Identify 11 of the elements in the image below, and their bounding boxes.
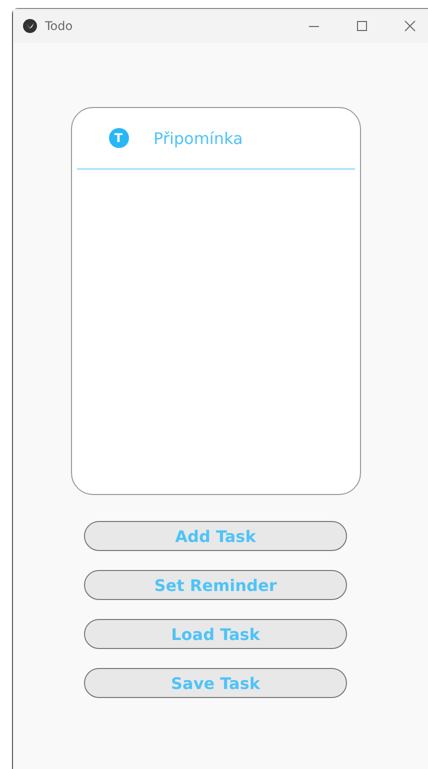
close-icon[interactable] — [404, 20, 416, 32]
window-title: Todo — [45, 19, 73, 33]
action-button[interactable]: Load Task — [84, 619, 347, 649]
avatar-initial: T — [108, 128, 128, 148]
task-text: Připomínka — [154, 128, 243, 148]
action-button[interactable]: Add Task — [84, 521, 347, 551]
action-button[interactable]: Set Reminder — [84, 570, 347, 600]
task-item[interactable]: T Připomínka — [76, 108, 354, 170]
action-button[interactable]: Save Task — [84, 668, 347, 698]
maximize-icon[interactable] — [356, 20, 368, 32]
app-logo-icon — [23, 19, 37, 33]
